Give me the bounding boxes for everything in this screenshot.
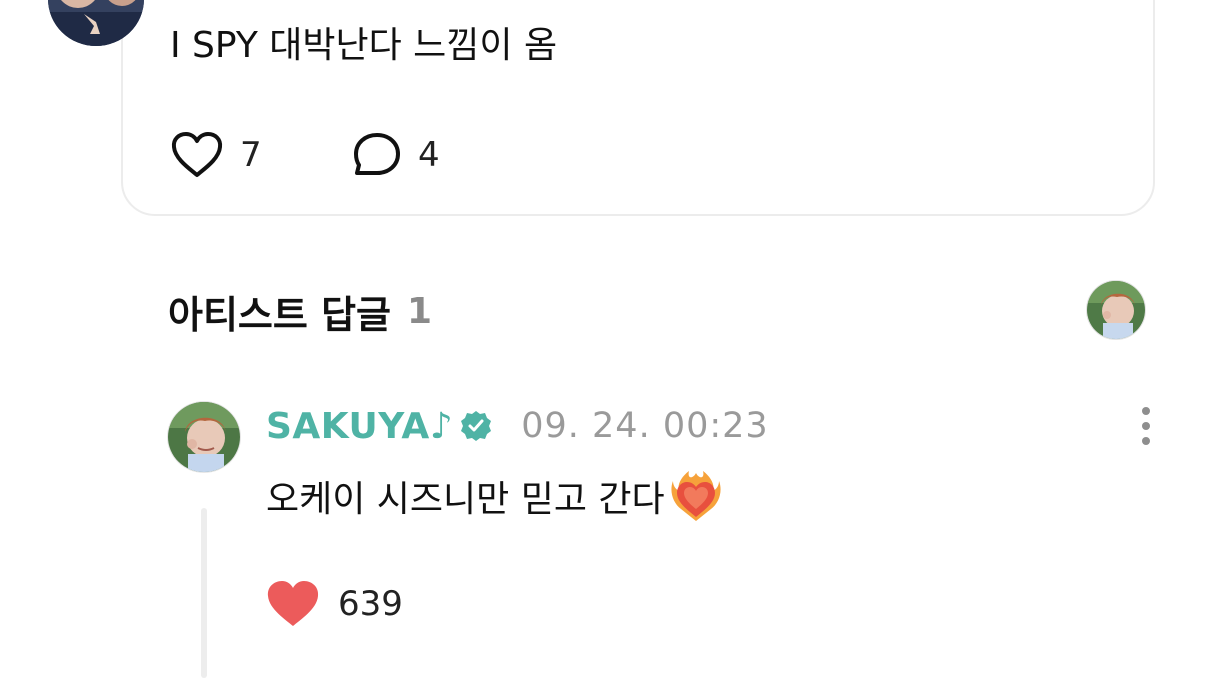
artist-replies-header: 아티스트 답글 1 bbox=[168, 284, 432, 338]
more-options-button[interactable] bbox=[1128, 402, 1164, 450]
artist-avatar-small[interactable] bbox=[1086, 280, 1146, 340]
heart-outline-icon bbox=[171, 132, 223, 177]
reply-timestamp: 09. 24. 00:23 bbox=[521, 406, 769, 446]
more-vertical-icon-dot bbox=[1142, 407, 1150, 415]
verified-badge-icon bbox=[461, 411, 492, 441]
more-vertical-icon-dot bbox=[1142, 422, 1150, 430]
reply-author-avatar[interactable] bbox=[167, 401, 241, 473]
more-vertical-icon-dot bbox=[1142, 437, 1150, 445]
post-like-count: 7 bbox=[240, 135, 262, 175]
reply-body: 오케이 시즈니만 믿고 간다 bbox=[266, 466, 723, 526]
heart-filled-icon bbox=[267, 581, 319, 626]
reply-like-button[interactable]: 639 bbox=[266, 577, 403, 631]
speech-bubble-outline-icon bbox=[354, 133, 400, 175]
post-like-button[interactable]: 7 bbox=[170, 130, 262, 180]
artist-replies-title: 아티스트 답글 bbox=[168, 292, 391, 337]
reply-header: SAKUYA♪ 09. 24. 00:23 bbox=[266, 400, 769, 452]
avatar-photo bbox=[1087, 281, 1145, 339]
post-text: I SPY 대박난다 느낌이 옴 bbox=[170, 25, 558, 66]
reply-like-count: 639 bbox=[338, 584, 403, 624]
reply-text: 오케이 시즈니만 믿고 간다 bbox=[266, 479, 665, 520]
reply-author-name[interactable]: SAKUYA♪ bbox=[266, 406, 453, 447]
heart-on-fire-emoji bbox=[671, 471, 721, 521]
avatar-photo bbox=[168, 402, 240, 472]
reply-thread-line bbox=[201, 508, 207, 678]
post-comment-button[interactable]: 4 bbox=[352, 130, 440, 180]
artist-replies-count: 1 bbox=[407, 290, 433, 332]
post-comment-count: 4 bbox=[418, 135, 440, 175]
